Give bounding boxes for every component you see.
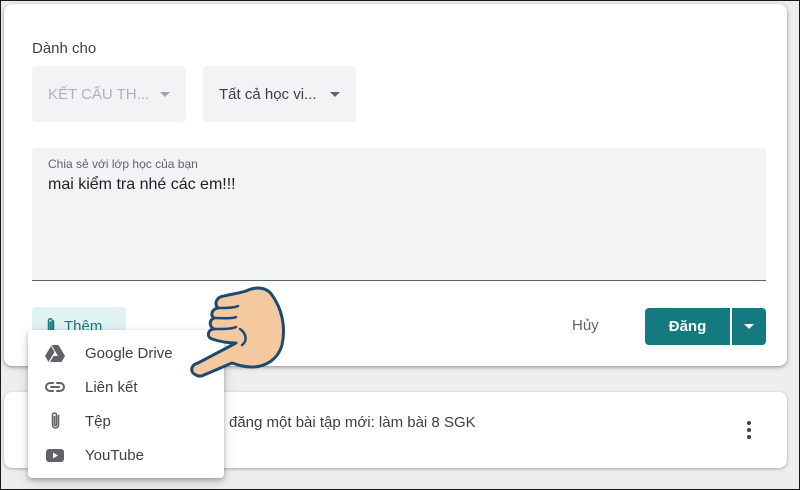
class-select-value: KẾT CẤU TH... — [48, 85, 150, 103]
post-button[interactable]: Đăng — [645, 308, 730, 345]
for-label: Dành cho — [32, 40, 97, 57]
pointing-hand-icon — [190, 286, 286, 378]
menu-item-label: Tệp — [85, 412, 111, 430]
announcement-textarea[interactable]: Chia sẻ với lớp học của bạn mai kiểm tra… — [32, 148, 766, 281]
menu-item-youtube[interactable]: YouTube — [28, 438, 224, 472]
students-select-value: Tất cả học vi... — [219, 85, 317, 103]
class-select[interactable]: KẾT CẤU TH... — [32, 66, 186, 122]
textarea-value[interactable]: mai kiểm tra nhé các em!!! — [48, 176, 236, 194]
stream-post-text: đăng một bài tập mới: làm bài 8 SGK — [229, 414, 476, 431]
students-select[interactable]: Tất cả học vi... — [203, 66, 356, 122]
post-options-button[interactable] — [732, 308, 766, 345]
menu-item-label: Liên kết — [85, 378, 138, 396]
dropdown-arrow-icon — [160, 92, 170, 97]
textarea-label: Chia sẻ với lớp học của bạn — [48, 157, 198, 171]
menu-item-label: YouTube — [85, 446, 144, 464]
menu-item-label: Google Drive — [85, 344, 173, 362]
menu-item-file[interactable]: Tệp — [28, 404, 224, 438]
link-icon — [44, 376, 66, 398]
paperclip-icon — [44, 410, 66, 432]
dropdown-arrow-icon — [330, 92, 340, 97]
youtube-icon — [44, 444, 66, 466]
dropdown-arrow-icon — [744, 324, 754, 329]
cancel-button[interactable]: Hủy — [572, 317, 599, 334]
google-drive-icon — [44, 342, 66, 364]
announcement-composer-card: Dành cho KẾT CẤU TH... Tất cả học vi... … — [4, 4, 787, 366]
more-options-icon[interactable] — [744, 421, 754, 441]
